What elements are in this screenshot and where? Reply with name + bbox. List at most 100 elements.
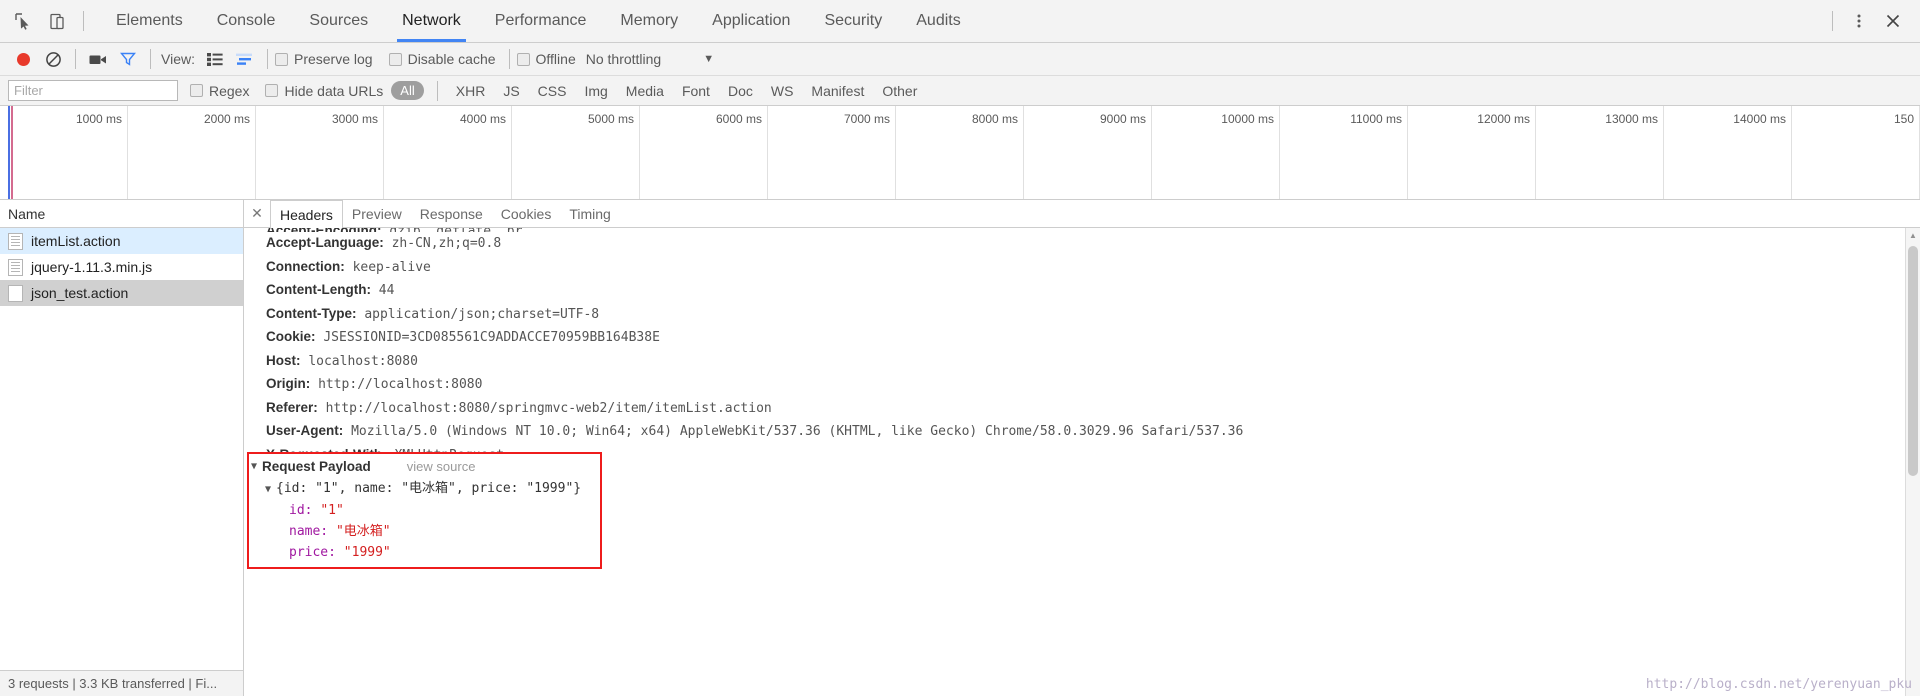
filter-type-js[interactable]: JS	[494, 83, 528, 99]
scroll-up-icon[interactable]: ▲	[1906, 228, 1920, 243]
scrollbar-thumb[interactable]	[1908, 246, 1918, 476]
timeline-tick: 1000 ms	[0, 106, 128, 199]
filter-funnel-icon[interactable]	[113, 46, 143, 72]
filter-type-media[interactable]: Media	[617, 83, 673, 99]
payload-key: id:	[289, 503, 313, 518]
inspect-element-icon[interactable]	[6, 4, 40, 38]
timeline-tick: 13000 ms	[1536, 106, 1664, 199]
payload-object-summary[interactable]: ▼ {id: "1", name: "电冰箱", price: "1999"}	[249, 478, 600, 500]
header-key: User-Agent:	[266, 423, 344, 438]
filter-type-font[interactable]: Font	[673, 83, 719, 99]
close-icon[interactable]: ✕	[244, 200, 270, 227]
tab-memory[interactable]: Memory	[603, 0, 695, 42]
timeline-tick: 5000 ms	[512, 106, 640, 199]
filter-type-ws[interactable]: WS	[762, 83, 803, 99]
tab-audits[interactable]: Audits	[899, 0, 977, 42]
tab-network[interactable]: Network	[385, 0, 478, 42]
camera-icon[interactable]	[83, 46, 113, 72]
kebab-menu-icon[interactable]	[1842, 4, 1876, 38]
filter-type-manifest[interactable]: Manifest	[802, 83, 873, 99]
toolbar-divider-4	[508, 49, 510, 69]
filter-type-css[interactable]: CSS	[529, 83, 576, 99]
preserve-log-checkbox[interactable]	[274, 52, 288, 66]
network-overview-timeline[interactable]: 1000 ms 2000 ms 3000 ms 4000 ms 5000 ms …	[0, 106, 1920, 200]
filter-type-img[interactable]: Img	[575, 83, 616, 99]
header-row: Cookie: JSESSIONID=3CD085561C9ADDACCE709…	[266, 326, 1920, 350]
hide-data-urls-checkbox[interactable]	[265, 84, 279, 97]
tab-elements[interactable]: Elements	[99, 0, 200, 42]
header-value: application/json;charset=UTF-8	[364, 306, 600, 322]
filter-type-doc[interactable]: Doc	[719, 83, 762, 99]
filter-type-xhr[interactable]: XHR	[447, 83, 495, 99]
search-input[interactable]	[8, 80, 178, 101]
close-icon[interactable]	[1876, 4, 1910, 38]
header-value: Mozilla/5.0 (Windows NT 10.0; Win64; x64…	[351, 424, 1244, 439]
timeline-marker-domcontent	[11, 106, 13, 199]
throttling-select[interactable]: No throttling ▼	[586, 51, 714, 67]
tab-console[interactable]: Console	[200, 0, 293, 42]
record-button-icon[interactable]	[8, 46, 38, 72]
hide-data-urls-label: Hide data URLs	[284, 82, 384, 99]
table-row[interactable]: jquery-1.11.3.min.js	[0, 254, 243, 280]
payload-value: "1"	[320, 503, 344, 518]
table-row[interactable]: json_test.action	[0, 280, 243, 306]
disable-cache-toggle[interactable]: Disable cache	[388, 51, 496, 67]
list-view-icon[interactable]	[200, 46, 230, 72]
payload-value: "1999"	[343, 545, 391, 560]
tab-security[interactable]: Security	[807, 0, 899, 42]
header-key: Origin:	[266, 376, 311, 391]
filter-type-all[interactable]: All	[391, 81, 424, 100]
regex-label: Regex	[209, 82, 250, 99]
tab-performance[interactable]: Performance	[478, 0, 604, 42]
waterfall-view-icon[interactable]	[230, 46, 260, 72]
requests-column-header[interactable]: Name	[0, 200, 243, 228]
header-row: Content-Length: 44	[266, 279, 1920, 303]
timeline-marker-load	[8, 106, 10, 199]
header-row: Accept-Language: zh-CN,zh;q=0.8	[266, 232, 1920, 256]
header-value: keep-alive	[352, 259, 431, 275]
clear-icon[interactable]	[38, 46, 68, 72]
header-row: Connection: keep-alive	[266, 256, 1920, 280]
tab-application[interactable]: Application	[695, 0, 807, 42]
request-payload-header[interactable]: ▼ Request Payload view source	[249, 456, 600, 478]
detail-panel: ✕ Headers Preview Response Cookies Timin…	[244, 200, 1920, 696]
main-tab-bar: Elements Console Sources Network Perform…	[0, 0, 1920, 43]
throttling-value: No throttling	[585, 51, 662, 67]
network-toolbar: View: Preserve log Disable cache Offline…	[0, 43, 1920, 76]
toolbar-divider-1	[75, 49, 76, 69]
regex-checkbox[interactable]	[190, 84, 203, 97]
timeline-tick: 150	[1792, 106, 1920, 199]
header-key: Referer:	[266, 399, 318, 415]
table-row[interactable]: itemList.action	[0, 228, 243, 254]
tab-timing[interactable]: Timing	[560, 200, 620, 227]
detail-tab-bar: ✕ Headers Preview Response Cookies Timin…	[244, 200, 1920, 228]
preserve-log-toggle[interactable]: Preserve log	[274, 51, 373, 67]
header-row: Host: localhost:8080	[266, 350, 1920, 374]
tab-preview[interactable]: Preview	[343, 200, 411, 227]
header-value: JSESSIONID=3CD085561C9ADDACCE70959BB164B…	[323, 330, 660, 345]
filter-type-other[interactable]: Other	[873, 83, 926, 99]
detail-scrollbar[interactable]: ▲	[1905, 228, 1920, 696]
hide-data-urls-toggle[interactable]: Hide data URLs	[265, 83, 383, 99]
tab-bar-actions	[1823, 4, 1920, 38]
offline-checkbox[interactable]	[516, 52, 530, 66]
view-source-link[interactable]: view source	[407, 456, 476, 478]
tab-headers[interactable]: Headers	[270, 200, 343, 228]
payload-key: name:	[289, 524, 329, 539]
timeline-tick: 9000 ms	[1024, 106, 1152, 199]
request-name: json_test.action	[31, 285, 129, 301]
triangle-down-icon[interactable]: ▼	[251, 456, 262, 478]
timeline-tick: 4000 ms	[384, 106, 512, 199]
regex-toggle[interactable]: Regex	[190, 83, 249, 99]
chevron-down-icon: ▼	[703, 53, 715, 65]
tab-response[interactable]: Response	[411, 200, 492, 227]
tab-sources[interactable]: Sources	[292, 0, 385, 42]
document-file-icon	[8, 232, 23, 250]
device-toolbar-icon[interactable]	[40, 4, 74, 38]
triangle-down-icon[interactable]: ▼	[265, 479, 276, 500]
header-key: Content-Length:	[266, 282, 371, 297]
filter-divider	[436, 80, 438, 101]
tab-cookies[interactable]: Cookies	[492, 200, 561, 227]
disable-cache-checkbox[interactable]	[388, 52, 402, 66]
offline-toggle[interactable]: Offline	[516, 51, 576, 67]
